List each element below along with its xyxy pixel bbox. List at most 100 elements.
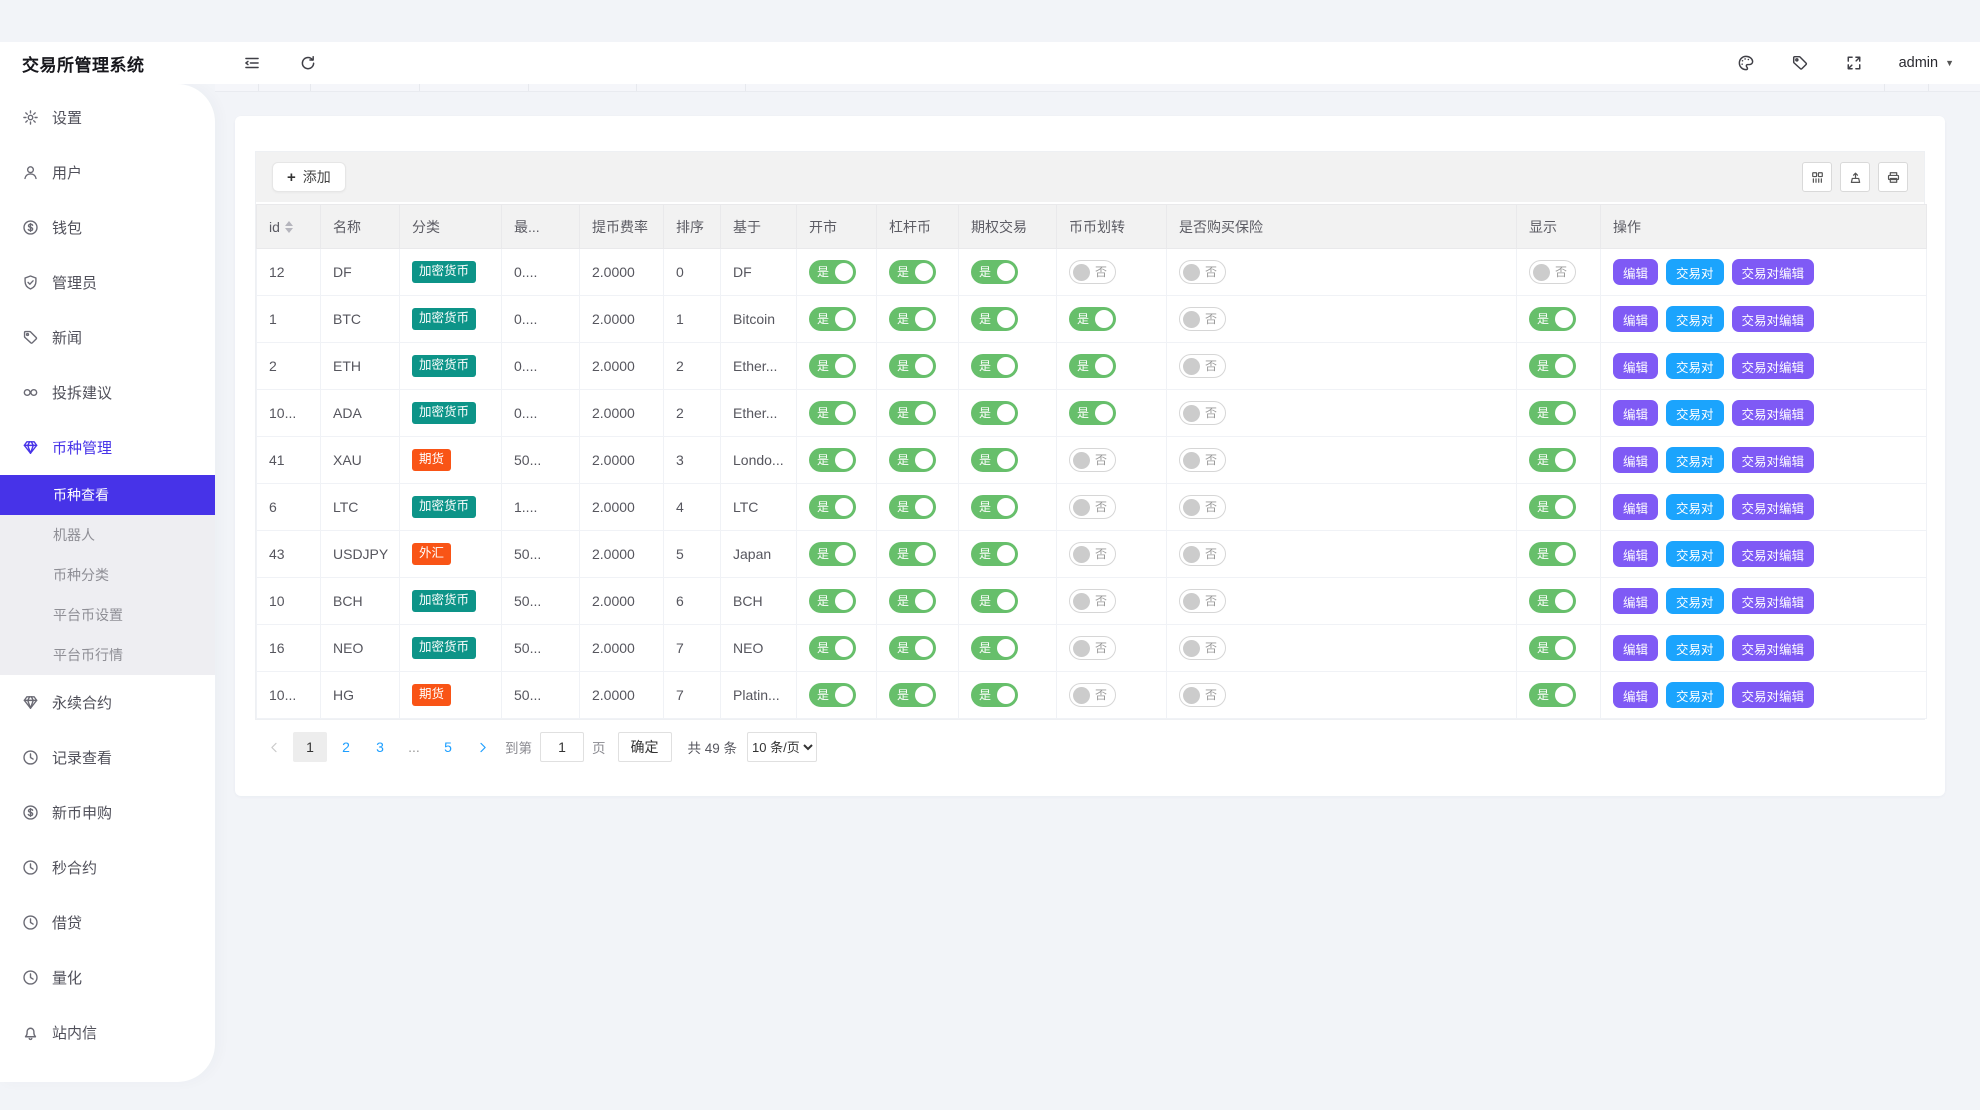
- sidebar-item-new-coin[interactable]: 新币申购: [0, 785, 215, 840]
- prev-page-button[interactable]: [259, 732, 289, 762]
- edit-button[interactable]: 编辑: [1613, 588, 1659, 614]
- pair-edit-button[interactable]: 交易对编辑: [1731, 306, 1815, 332]
- switch-open[interactable]: 是: [809, 260, 856, 284]
- switch-insurance[interactable]: 否: [1179, 448, 1226, 472]
- switch-lever[interactable]: 是: [889, 495, 936, 519]
- edit-button[interactable]: 编辑: [1613, 541, 1659, 567]
- switch-display[interactable]: 是: [1529, 636, 1576, 660]
- edit-button[interactable]: 编辑: [1613, 306, 1659, 332]
- switch-open[interactable]: 是: [809, 495, 856, 519]
- edit-button[interactable]: 编辑: [1613, 494, 1659, 520]
- page-button-2[interactable]: 2: [331, 732, 361, 762]
- pair-edit-button[interactable]: 交易对编辑: [1731, 541, 1815, 567]
- switch-display[interactable]: 否: [1529, 260, 1576, 284]
- switch-option[interactable]: 是: [971, 307, 1018, 331]
- switch-display[interactable]: 是: [1529, 307, 1576, 331]
- sidebar-item-users[interactable]: 用户: [0, 145, 215, 200]
- page-button-5[interactable]: 5: [433, 732, 463, 762]
- sidebar-item-settings[interactable]: 设置: [0, 90, 215, 145]
- switch-insurance[interactable]: 否: [1179, 401, 1226, 425]
- add-button[interactable]: + 添加: [272, 162, 346, 192]
- switch-transfer[interactable]: 否: [1069, 448, 1116, 472]
- next-page-button[interactable]: [467, 732, 497, 762]
- switch-lever[interactable]: 是: [889, 683, 936, 707]
- sidebar-item-second-contract[interactable]: 秒合约: [0, 840, 215, 895]
- pair-edit-button[interactable]: 交易对编辑: [1731, 259, 1815, 285]
- switch-insurance[interactable]: 否: [1179, 636, 1226, 660]
- fullscreen-button[interactable]: [1845, 54, 1863, 72]
- switch-transfer[interactable]: 是: [1069, 307, 1116, 331]
- sidebar-item-suggest[interactable]: 投拆建议: [0, 365, 215, 420]
- switch-insurance[interactable]: 否: [1179, 354, 1226, 378]
- page-size-select[interactable]: 10 条/页: [747, 732, 818, 762]
- page-button-1[interactable]: 1: [293, 732, 327, 762]
- switch-transfer[interactable]: 否: [1069, 260, 1116, 284]
- tag-button[interactable]: [1791, 54, 1809, 72]
- switch-option[interactable]: 是: [971, 354, 1018, 378]
- switch-lever[interactable]: 是: [889, 307, 936, 331]
- pair-edit-button[interactable]: 交易对编辑: [1731, 588, 1815, 614]
- switch-display[interactable]: 是: [1529, 589, 1576, 613]
- sidebar-subitem-coin-view[interactable]: 币种查看: [0, 475, 215, 515]
- edit-button[interactable]: 编辑: [1613, 447, 1659, 473]
- switch-lever[interactable]: 是: [889, 401, 936, 425]
- switch-option[interactable]: 是: [971, 683, 1018, 707]
- switch-option[interactable]: 是: [971, 542, 1018, 566]
- switch-lever[interactable]: 是: [889, 448, 936, 472]
- switch-lever[interactable]: 是: [889, 354, 936, 378]
- switch-option[interactable]: 是: [971, 636, 1018, 660]
- pair-button[interactable]: 交易对: [1666, 541, 1724, 567]
- sidebar-subitem-coin-category[interactable]: 币种分类: [0, 555, 215, 595]
- switch-open[interactable]: 是: [809, 683, 856, 707]
- refresh-button[interactable]: [299, 54, 317, 72]
- switch-insurance[interactable]: 否: [1179, 589, 1226, 613]
- switch-open[interactable]: 是: [809, 542, 856, 566]
- pair-edit-button[interactable]: 交易对编辑: [1731, 635, 1815, 661]
- confirm-button[interactable]: 确定: [617, 732, 672, 762]
- switch-transfer[interactable]: 否: [1069, 542, 1116, 566]
- switch-lever[interactable]: 是: [889, 260, 936, 284]
- pair-button[interactable]: 交易对: [1666, 588, 1724, 614]
- edit-button[interactable]: 编辑: [1613, 400, 1659, 426]
- switch-insurance[interactable]: 否: [1179, 683, 1226, 707]
- sidebar-item-perpetual[interactable]: 永续合约: [0, 675, 215, 730]
- switch-lever[interactable]: 是: [889, 636, 936, 660]
- switch-transfer[interactable]: 否: [1069, 636, 1116, 660]
- theme-button[interactable]: [1737, 54, 1755, 72]
- switch-transfer[interactable]: 是: [1069, 354, 1116, 378]
- pair-button[interactable]: 交易对: [1666, 682, 1724, 708]
- switch-option[interactable]: 是: [971, 401, 1018, 425]
- page-button-3[interactable]: 3: [365, 732, 395, 762]
- sidebar-item-admins[interactable]: 管理员: [0, 255, 215, 310]
- switch-transfer[interactable]: 否: [1069, 495, 1116, 519]
- switch-lever[interactable]: 是: [889, 542, 936, 566]
- print-button[interactable]: [1878, 162, 1908, 192]
- switch-option[interactable]: 是: [971, 589, 1018, 613]
- pair-button[interactable]: 交易对: [1666, 447, 1724, 473]
- edit-button[interactable]: 编辑: [1613, 682, 1659, 708]
- collapse-sidebar-button[interactable]: [243, 54, 261, 72]
- switch-display[interactable]: 是: [1529, 401, 1576, 425]
- switch-insurance[interactable]: 否: [1179, 260, 1226, 284]
- pair-edit-button[interactable]: 交易对编辑: [1731, 400, 1815, 426]
- switch-option[interactable]: 是: [971, 260, 1018, 284]
- edit-button[interactable]: 编辑: [1613, 353, 1659, 379]
- sidebar-item-site-mail[interactable]: 站内信: [0, 1005, 215, 1060]
- pair-edit-button[interactable]: 交易对编辑: [1731, 447, 1815, 473]
- sidebar-item-records[interactable]: 记录查看: [0, 730, 215, 785]
- switch-option[interactable]: 是: [971, 448, 1018, 472]
- switch-display[interactable]: 是: [1529, 495, 1576, 519]
- switch-transfer[interactable]: 否: [1069, 589, 1116, 613]
- switch-option[interactable]: 是: [971, 495, 1018, 519]
- switch-transfer[interactable]: 否: [1069, 683, 1116, 707]
- switch-open[interactable]: 是: [809, 354, 856, 378]
- switch-transfer[interactable]: 是: [1069, 401, 1116, 425]
- switch-insurance[interactable]: 否: [1179, 307, 1226, 331]
- sidebar-item-coins[interactable]: 币种管理: [0, 420, 215, 475]
- sidebar-item-quant[interactable]: 量化: [0, 950, 215, 1005]
- goto-page-input[interactable]: [540, 732, 584, 762]
- sidebar-item-loan[interactable]: 借贷: [0, 895, 215, 950]
- switch-insurance[interactable]: 否: [1179, 495, 1226, 519]
- sidebar-subitem-platform-coin-settings[interactable]: 平台币设置: [0, 595, 215, 635]
- pair-button[interactable]: 交易对: [1666, 635, 1724, 661]
